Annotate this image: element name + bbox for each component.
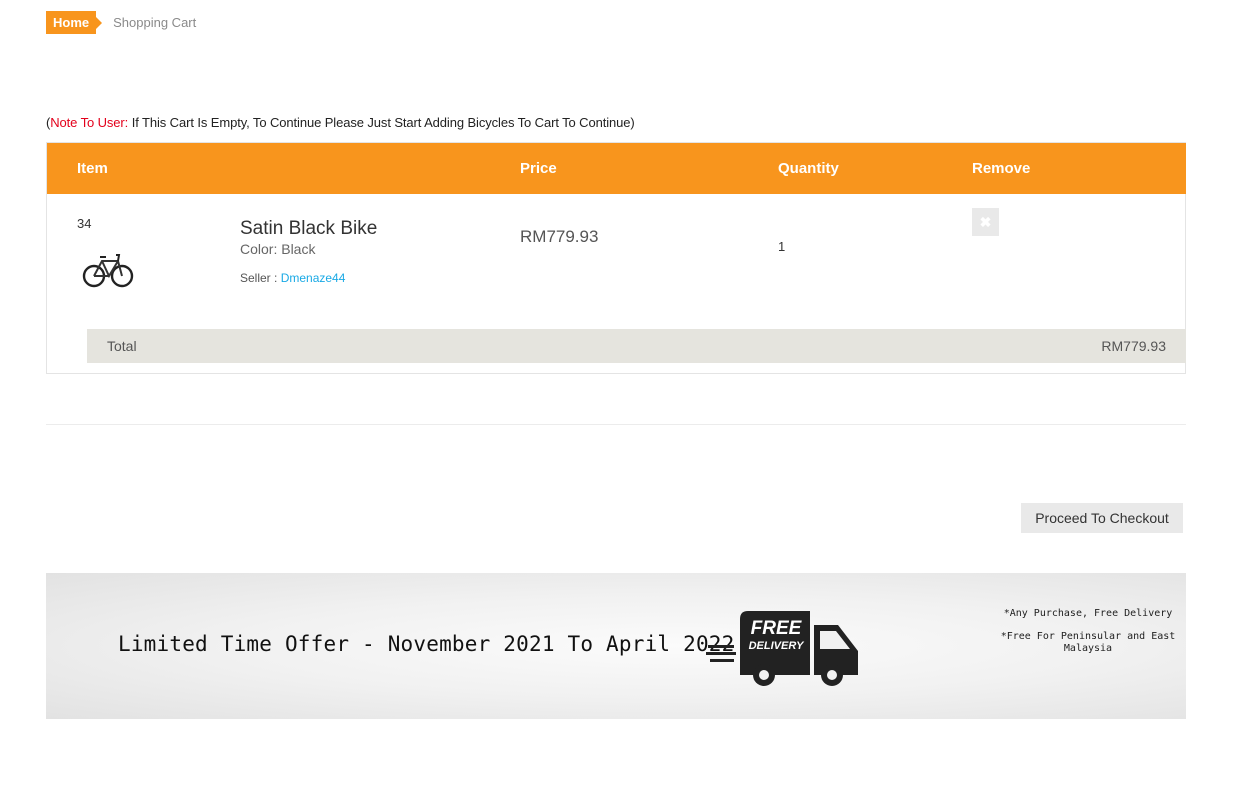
product-color-value: Black [281,241,316,257]
divider [46,424,1186,425]
remove-item-button[interactable]: ✖ [972,208,999,236]
product-color: Color: Black [240,241,315,257]
truck-text-delivery: DELIVERY [749,640,805,652]
note-label: Note To User: [50,115,129,130]
item-id: 34 [77,216,92,231]
seller-link[interactable]: Dmenaze44 [281,271,346,285]
seller-label: Seller : [240,271,281,285]
cart-table: Item Price Quantity Remove 34 Satin Blac… [46,142,1186,374]
header-remove: Remove [972,160,1031,177]
product-seller: Seller : Dmenaze44 [240,271,345,285]
total-label: Total [107,338,137,354]
truck-text-free: FREE [751,618,803,639]
proceed-to-checkout-button[interactable]: Proceed To Checkout [1021,503,1183,533]
note-text: If This Cart Is Empty, To Continue Pleas… [128,115,635,130]
header-price: Price [520,160,557,177]
banner-note-any-purchase: *Any Purchase, Free Delivery [1003,608,1173,619]
breadcrumb-current: Shopping Cart [113,15,197,30]
cart-table-header: Item Price Quantity Remove [47,143,1186,194]
delivery-truck-icon: FREE DELIVERY [706,611,858,686]
banner-note-coverage: *Free For Peninsular and East Malaysia [1000,631,1176,654]
total-value: RM779.93 [1101,338,1166,354]
cart-total: Total RM779.93 [87,329,1186,363]
breadcrumb-home-link[interactable]: Home [46,11,103,34]
bike-image[interactable] [81,243,135,297]
breadcrumb: Home Shopping Cart [46,11,196,34]
header-quantity: Quantity [778,160,839,177]
cart-note: (Note To User: If This Cart Is Empty, To… [46,115,635,130]
product-name[interactable]: Satin Black Bike [240,218,377,240]
product-color-label: Color: [240,241,282,257]
promo-banner: Limited Time Offer - November 2021 To Ap… [46,573,1186,719]
item-quantity: 1 [778,239,786,254]
close-icon: ✖ [979,214,992,230]
header-item: Item [77,160,108,177]
banner-title: Limited Time Offer - November 2021 To Ap… [118,632,735,656]
item-price: RM779.93 [520,227,599,246]
